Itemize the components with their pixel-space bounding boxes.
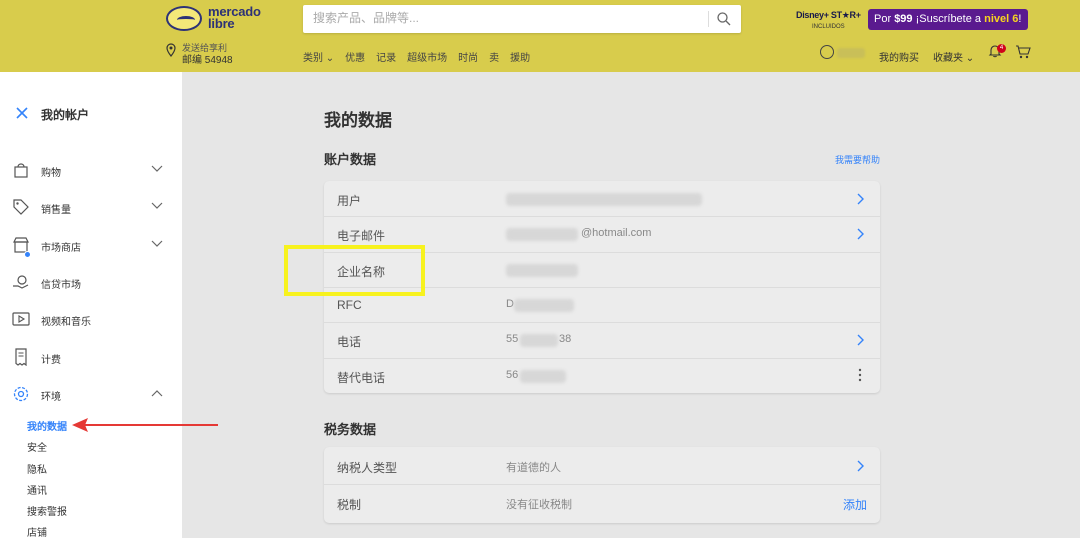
row-alt-phone[interactable]: 替代电话 56	[324, 358, 880, 394]
sidebar-item-billing[interactable]: 计费	[0, 342, 182, 372]
redacted-value	[520, 370, 566, 383]
row-label: 纳税人类型	[337, 461, 398, 475]
notification-badge: 4	[997, 44, 1006, 53]
sidebar-item-label: 计费	[41, 355, 61, 366]
email-domain: @hotmail.com	[581, 227, 652, 239]
main-nav: 类别 ⌄ 优惠 记录 超级市场 时尚卖援助	[303, 49, 541, 64]
sidebar-item-label: 销售量	[41, 205, 71, 216]
redacted-value	[506, 228, 578, 241]
sidebar-sub-my-data[interactable]: 我的数据	[27, 418, 67, 433]
sidebar-item-label: 购物	[41, 168, 61, 179]
chevron-down-icon	[151, 165, 163, 172]
disney-included-label: INCLUIDOS	[812, 24, 845, 30]
sidebar-sub-search-alerts[interactable]: 搜索警报	[27, 503, 67, 518]
search-box	[303, 5, 741, 33]
close-icon[interactable]	[16, 107, 28, 119]
favorites-menu[interactable]: 收藏夹 ⌄	[933, 49, 974, 64]
row-label: 税制	[337, 498, 362, 512]
sidebar-sub-communications[interactable]: 通讯	[27, 482, 47, 497]
row-label: RFC	[337, 298, 362, 312]
chevron-up-icon	[151, 390, 163, 397]
row-label: 用户	[337, 194, 362, 208]
nav-help[interactable]: 援助	[510, 53, 530, 64]
sidebar-item-credits[interactable]: 信贷市场	[0, 267, 182, 297]
invoice-icon	[15, 348, 27, 366]
credit-icon	[13, 275, 29, 289]
mercadolibre-logo[interactable]: mercado libre	[166, 5, 276, 34]
notification-dot	[24, 251, 31, 258]
subscription-promo-button[interactable]: Por $99 ¡Suscríbete a nivel 6!	[868, 9, 1028, 30]
row-tax-regime[interactable]: 税制 没有征收税制 添加	[324, 485, 880, 521]
help-link[interactable]: 我需要帮助	[835, 153, 880, 166]
tax-data-card: 纳税人类型 有道德的人 税制 没有征收税制 添加	[324, 447, 880, 523]
sidebar-sub-stores[interactable]: 店铺	[27, 524, 47, 538]
page-title: 我的数据	[324, 111, 392, 130]
rfc-value: D	[506, 298, 514, 310]
phone-value-start: 55	[506, 333, 519, 345]
row-user[interactable]: 用户	[324, 181, 880, 217]
sidebar-item-settings[interactable]: 环境	[0, 379, 182, 409]
sidebar-item-label: 信贷市场	[41, 280, 81, 291]
row-phone[interactable]: 电话 55 38	[324, 322, 880, 358]
shopping-bag-icon	[14, 163, 28, 178]
more-options-icon[interactable]	[858, 368, 862, 382]
search-divider	[708, 11, 709, 27]
disney-star-badge[interactable]: Disney+ ST★R+ INCLUIDOS	[796, 10, 861, 34]
search-input[interactable]	[313, 11, 693, 25]
chevron-down-icon	[151, 240, 163, 247]
tag-icon	[13, 199, 29, 215]
chevron-right-icon[interactable]	[856, 228, 864, 240]
nav-offers[interactable]: 优惠	[345, 53, 365, 64]
sidebar-title: 我的帐户	[41, 108, 90, 122]
disney-star-logo: Disney+ ST★R+	[796, 10, 861, 20]
nav-fashion[interactable]: 时尚	[458, 53, 478, 64]
add-tax-regime-button[interactable]: 添加	[843, 496, 867, 513]
sidebar-item-sales[interactable]: 销售量	[0, 192, 182, 222]
sidebar-item-label: 市场商店	[41, 243, 81, 254]
nav-supermarket[interactable]: 超级市场	[407, 53, 447, 64]
sidebar-item-media[interactable]: 视频和音乐	[0, 304, 182, 334]
sidebar-sub-security[interactable]: 安全	[27, 439, 47, 454]
user-avatar-icon[interactable]	[820, 45, 834, 59]
sidebar-item-label: 视频和音乐	[41, 317, 91, 328]
chevron-right-icon[interactable]	[856, 334, 864, 346]
red-arrow-annotation	[72, 418, 218, 432]
nav-categories[interactable]: 类别 ⌄	[303, 53, 334, 64]
logo-line2: libre	[208, 16, 235, 31]
row-taxpayer-type[interactable]: 纳税人类型 有道德的人	[324, 448, 880, 484]
media-icon	[12, 312, 30, 326]
tax-section-title: 税务数据	[324, 422, 377, 437]
sidebar-sub-privacy[interactable]: 隐私	[27, 461, 47, 476]
phone-value-end: 38	[559, 333, 572, 345]
location-pin-icon	[166, 43, 176, 57]
row-label: 替代电话	[337, 371, 386, 385]
redacted-value	[514, 299, 574, 312]
redacted-value	[506, 193, 702, 206]
tax-regime-value: 没有征收税制	[506, 499, 572, 511]
row-label: 电话	[337, 335, 362, 349]
header-bar: mercado libre 发送给享利 邮编 54948 类别 ⌄优惠记录超级市…	[0, 0, 1080, 72]
redacted-value	[506, 264, 578, 277]
nav-history[interactable]: 记录	[376, 53, 396, 64]
sidebar-item-label: 环境	[41, 392, 61, 403]
search-icon[interactable]	[716, 11, 732, 27]
ship-zipcode: 邮编 54948	[182, 55, 233, 66]
redacted-value	[520, 334, 558, 347]
chevron-right-icon[interactable]	[856, 193, 864, 205]
row-label: 电子邮件	[337, 229, 386, 243]
user-name-redacted[interactable]	[837, 48, 865, 58]
cart-icon[interactable]	[1015, 45, 1031, 59]
chevron-down-icon	[151, 202, 163, 209]
taxpayer-type-value: 有道德的人	[506, 462, 561, 474]
nav-sell[interactable]: 卖	[489, 53, 499, 64]
highlight-box-business-name	[284, 245, 425, 296]
my-purchases-link[interactable]: 我的购买	[879, 49, 919, 64]
alt-phone-value: 56	[506, 369, 519, 381]
chevron-right-icon[interactable]	[856, 460, 864, 472]
account-sidebar: 我的帐户 购物 销售量 市场商店 信贷市场 视频和音乐 计费 环境 我的数据 安…	[0, 72, 182, 538]
account-section-title: 账户数据	[324, 152, 377, 167]
sidebar-item-shopping[interactable]: 购物	[0, 155, 182, 185]
handshake-icon	[166, 6, 202, 31]
gear-icon	[13, 386, 29, 402]
